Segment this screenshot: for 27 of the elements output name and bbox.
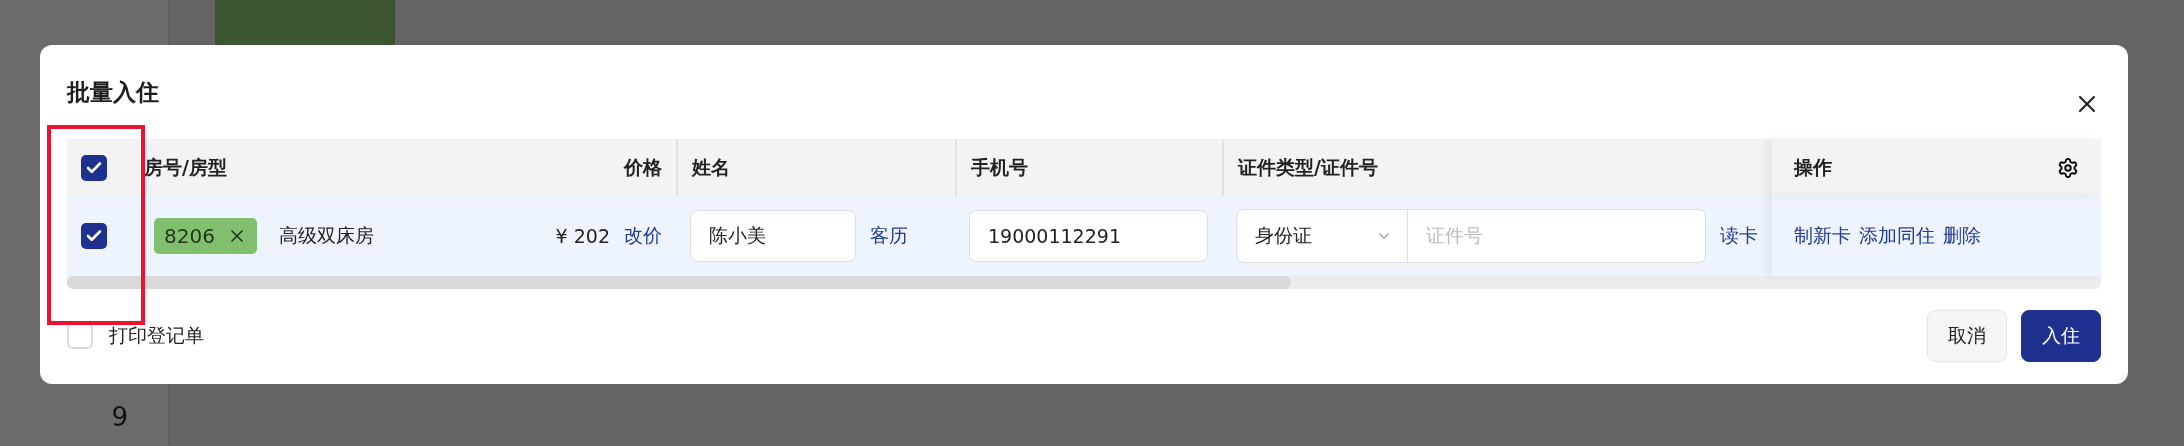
action-link[interactable]: 删除 (1943, 223, 1981, 249)
name-field[interactable]: 陈小美 (690, 210, 856, 262)
print-checkbox[interactable] (67, 323, 93, 349)
room-type: 高级双床房 (278, 223, 374, 248)
print-label: 打印登记单 (109, 323, 204, 348)
read-card-link[interactable]: 读卡 (1720, 223, 1758, 249)
sidebar-count: 9 (111, 402, 128, 432)
action-link[interactable]: 添加同住 (1859, 223, 1935, 249)
column-header: 手机号 (971, 154, 1028, 180)
cancel-button[interactable]: 取消 (1927, 310, 2007, 362)
column-header: 操作 (1794, 154, 1832, 180)
settings-icon[interactable] (2057, 156, 2079, 179)
action-link[interactable]: 制新卡 (1794, 223, 1851, 249)
price: ¥ 202 (555, 225, 610, 247)
scrollbar[interactable] (67, 276, 2101, 289)
column-header: 证件类型/证件号 (1238, 154, 1378, 180)
column-header: 姓名 (692, 154, 730, 180)
room-tag[interactable]: 8206 (154, 218, 257, 254)
row-checkbox[interactable] (81, 223, 107, 249)
select-all-checkbox[interactable] (81, 154, 107, 181)
check-in-button[interactable]: 入住 (2021, 310, 2101, 362)
guest-history-link[interactable]: 客历 (870, 223, 908, 249)
phone-field[interactable]: 19000112291 (969, 210, 1208, 262)
column-header: 价格 (624, 154, 662, 180)
column-header: 房号/房型 (144, 154, 227, 180)
dialog-title: 批量入住 (67, 77, 159, 107)
change-price-link[interactable]: 改价 (624, 223, 662, 249)
